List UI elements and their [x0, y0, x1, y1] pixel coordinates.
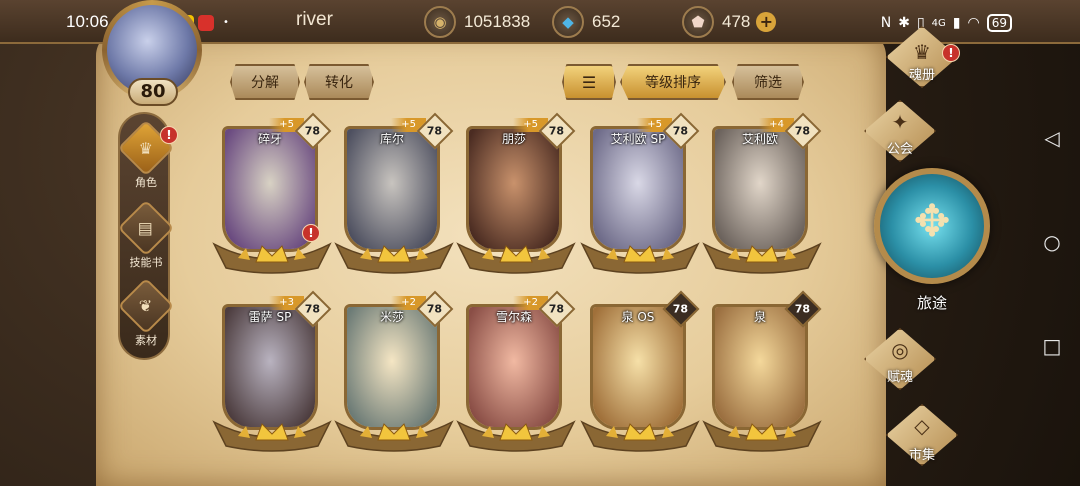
market-label: 市集 [908, 448, 935, 463]
character-card[interactable]: 泉 OS 78 [580, 290, 700, 456]
soul-book-alert-badge: ! [942, 44, 960, 62]
nav-soul-book[interactable]: ♛ 魂册 ! [868, 26, 980, 92]
character-portrait [593, 307, 683, 427]
bestow-soul-label: 赋魂 [886, 370, 913, 385]
gem-icon: ⬟ [682, 6, 714, 38]
gem-value: 478 [722, 12, 751, 31]
android-navigation-bar: ◁ ○ □ [1024, 0, 1080, 486]
soul-book-label: 魂册 [908, 68, 935, 83]
character-level: 78 [795, 124, 811, 138]
nav-materials[interactable]: ❦ 素材 [117, 277, 175, 348]
bestow-soul-icon: ◎ [891, 338, 909, 362]
player-avatar-button[interactable]: 80 [94, 0, 210, 116]
card-crown-base [456, 420, 576, 452]
nav-skill-books[interactable]: ▤ 技能书 [117, 199, 175, 270]
sort-by-level-button[interactable]: 等级排序 [620, 64, 726, 100]
card-crown-base [212, 420, 332, 452]
journey-icon: ✥ [913, 196, 951, 247]
guild-icon: ✦ [891, 110, 909, 134]
character-portrait [469, 307, 559, 427]
coin-icon: ◉ [424, 6, 456, 38]
character-level: 78 [427, 124, 443, 138]
character-level: 78 [305, 124, 321, 138]
card-crown-base [580, 420, 700, 452]
decompose-button[interactable]: 分解 [230, 64, 300, 100]
filter-button[interactable]: 筛选 [732, 64, 804, 100]
card-crown-base [702, 242, 822, 274]
crystal-resource: ◆ 652 [552, 6, 620, 38]
soul-book-icon: ♛ [913, 40, 931, 64]
character-card[interactable]: 米莎 +2 78 [334, 290, 454, 456]
character-portrait [715, 307, 805, 427]
player-name: river [296, 9, 333, 30]
character-level: 78 [549, 302, 565, 316]
convert-button[interactable]: 转化 [304, 64, 374, 100]
card-crown-base [334, 420, 454, 452]
materials-icon: ❦ [117, 277, 175, 335]
coin-value: 1051838 [464, 12, 531, 31]
journey-emblem: ✥ [874, 168, 990, 284]
more-notifications-icon: • [223, 17, 229, 28]
gem-resource: ⬟ 478 + [682, 6, 777, 38]
nav-characters-label: 角色 [135, 176, 157, 189]
character-level: 78 [305, 302, 321, 316]
nav-materials-label: 素材 [135, 334, 157, 347]
card-crown-base [456, 242, 576, 274]
characters-alert-badge: ! [160, 126, 178, 144]
character-portrait [347, 129, 437, 249]
guild-label: 公会 [886, 142, 913, 157]
character-portrait [225, 307, 315, 427]
sort-icon: ☰ [581, 72, 597, 92]
left-category-nav: ♛ 角色 ! ▤ 技能书 ❦ 素材 [117, 112, 178, 360]
nav-bestow-soul[interactable]: ◎ 赋魂 [846, 328, 958, 394]
character-level: 78 [549, 124, 565, 138]
recents-icon[interactable]: □ [1040, 334, 1064, 358]
battery-indicator: 69 [986, 14, 1012, 32]
add-gem-button[interactable]: + [756, 12, 777, 32]
back-icon[interactable]: ◁ [1040, 126, 1064, 150]
character-card[interactable]: 朋莎 +5 78 [456, 112, 576, 278]
character-level: 78 [427, 302, 443, 316]
character-portrait [715, 129, 805, 249]
card-crown-base [580, 242, 700, 274]
character-portrait [593, 129, 683, 249]
journey-label: 旅途 [916, 294, 947, 312]
character-card[interactable]: 库尔 +5 78 [334, 112, 454, 278]
coin-resource: ◉ 1051838 [424, 6, 530, 38]
nav-market[interactable]: ◇ 市集 [868, 404, 980, 470]
character-alert-badge: ! [302, 224, 320, 242]
crystal-value: 652 [592, 12, 621, 31]
nav-guild[interactable]: ✦ 公会 [846, 100, 958, 166]
crystal-icon: ◆ [552, 6, 584, 38]
home-icon[interactable]: ○ [1040, 230, 1064, 254]
journey-button[interactable]: ✥ 旅途 [872, 160, 992, 312]
character-card[interactable]: 泉 78 [702, 290, 822, 456]
skill-book-icon: ▤ [117, 199, 175, 257]
character-level: 78 [673, 302, 689, 316]
character-portrait [347, 307, 437, 427]
character-card[interactable]: 雷萨 SP +3 78 [212, 290, 332, 456]
card-crown-base [334, 242, 454, 274]
character-card[interactable]: 艾利欧 +4 78 [702, 112, 822, 278]
game-screen: 10:06 • river ◉ 1051838 ◆ 652 ⬟ 478 + N … [0, 0, 1080, 486]
character-level: 78 [795, 302, 811, 316]
sort-order-button[interactable]: ☰ [562, 64, 616, 100]
nav-skill-books-label: 技能书 [129, 256, 163, 269]
character-level: 78 [673, 124, 689, 138]
character-card[interactable]: 雪尔森 +2 78 [456, 290, 576, 456]
character-card[interactable]: 艾利欧 SP +5 78 [580, 112, 700, 278]
market-icon: ◇ [914, 414, 930, 438]
card-crown-base [702, 420, 822, 452]
nav-characters[interactable]: ♛ 角色 ! [117, 119, 178, 190]
character-card[interactable]: 碎牙 +5 78! [212, 112, 332, 278]
character-portrait [469, 129, 559, 249]
player-level-badge: 80 [128, 78, 178, 106]
